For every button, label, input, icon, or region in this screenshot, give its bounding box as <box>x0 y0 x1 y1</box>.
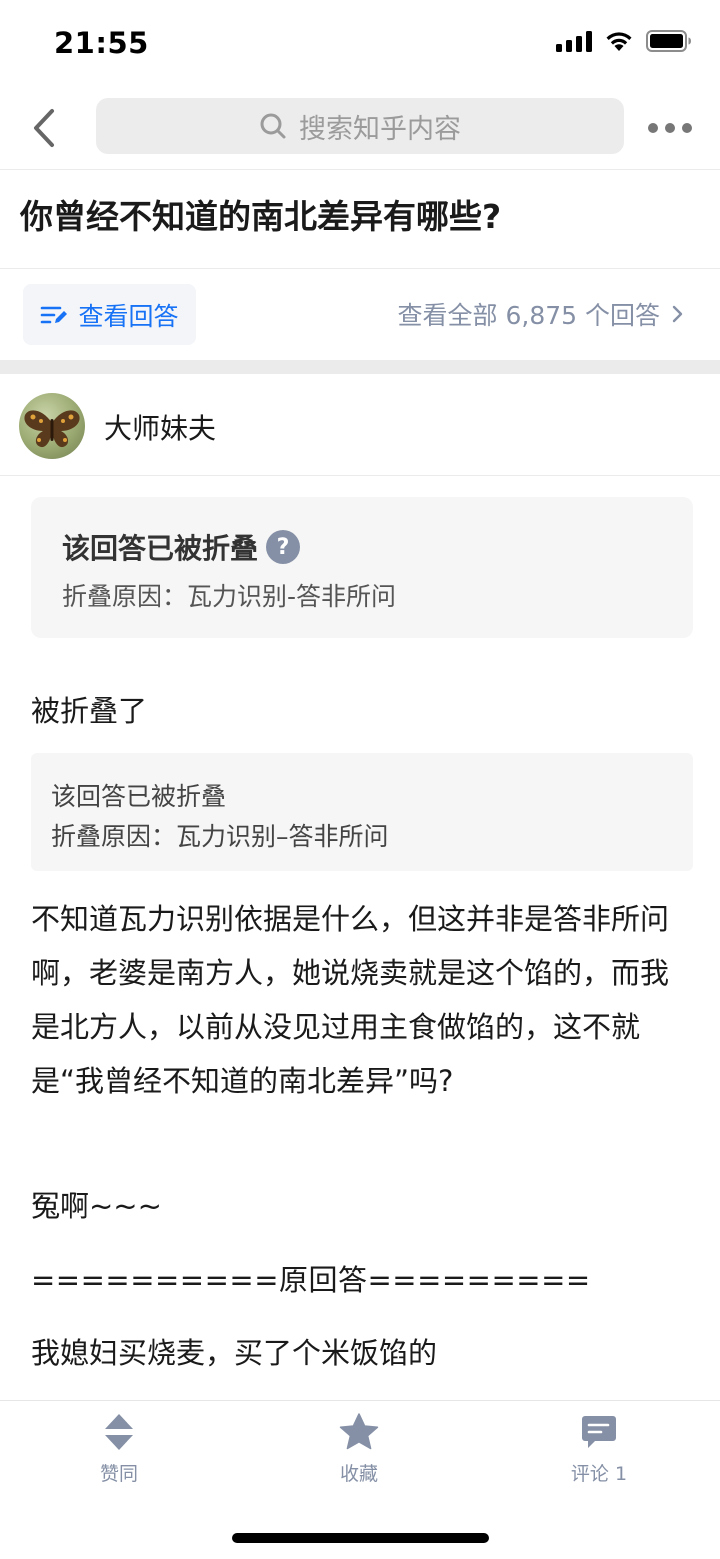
status-bar: 21:55 <box>0 0 720 88</box>
nav-bar: 搜索知乎内容 <box>0 88 720 170</box>
quote-line: 折叠原因：瓦力识别–答非所问 <box>51 822 389 851</box>
favorite-label: 收藏 <box>339 1463 378 1485</box>
author-name[interactable]: 大师妹夫 <box>104 407 216 447</box>
wifi-icon <box>606 32 632 51</box>
answer-paragraph: 我媳妇买烧麦，买了个米饭馅的 <box>31 1336 438 1370</box>
collapsed-title-row: 该回答已被折叠 ? <box>62 527 301 567</box>
collapsed-notice: 该回答已被折叠 ? 折叠原因：瓦力识别-答非所问 <box>31 497 693 638</box>
back-arrow-icon <box>34 109 54 147</box>
collapsed-reason: 折叠原因：瓦力识别-答非所问 <box>62 582 397 611</box>
edit-list-icon <box>41 306 68 323</box>
upvote-label: 赞同 <box>99 1463 138 1485</box>
answer-paragraph: 冤啊~~~ <box>31 1189 162 1223</box>
butterfly-avatar-image <box>24 410 80 448</box>
star-icon <box>339 1413 379 1450</box>
view-all-label: 查看全部 6,875 个回答 <box>397 301 660 330</box>
answer-paragraph: 被折叠了 <box>31 694 148 728</box>
battery-icon <box>646 30 691 52</box>
status-time: 21:55 <box>54 26 149 60</box>
search-input[interactable]: 搜索知乎内容 <box>96 98 624 154</box>
upvote-icon <box>105 1414 133 1450</box>
back-button[interactable] <box>20 104 68 152</box>
answer-paragraph: 不知道瓦力识别依据是什么，但这并非是答非所问啊，老婆是南方人，她说烧卖就是这个馅… <box>31 902 670 1098</box>
search-placeholder: 搜索知乎内容 <box>299 113 461 145</box>
help-icon[interactable]: ? <box>266 530 301 564</box>
question-title[interactable]: 你曾经不知道的南北差异有哪些? <box>20 192 700 242</box>
chevron-right-icon <box>672 305 683 323</box>
favorite-button[interactable]: 收藏 <box>299 1411 419 1491</box>
view-answer-button[interactable]: 查看回答 <box>23 284 196 345</box>
home-indicator[interactable] <box>232 1533 489 1543</box>
section-gap <box>0 360 720 374</box>
author-row: 大师妹夫 <box>0 374 720 476</box>
quote-line: 该回答已被折叠 <box>51 782 227 811</box>
quoted-notice: 该回答已被折叠 折叠原因：瓦力识别–答非所问 <box>31 753 693 871</box>
answer-paragraph: ==========原回答========= <box>31 1263 591 1297</box>
view-all-answers-link[interactable]: 查看全部 6,875 个回答 <box>398 290 684 338</box>
status-icons <box>556 30 692 52</box>
upvote-button[interactable]: 赞同 <box>59 1411 179 1491</box>
more-icon[interactable] <box>640 104 700 152</box>
avatar[interactable] <box>19 393 85 459</box>
search-icon <box>260 113 286 139</box>
cellular-signal-icon <box>556 30 592 52</box>
comment-label: 评论 1 <box>570 1463 628 1485</box>
comment-icon <box>582 1416 616 1448</box>
comment-button[interactable]: 评论 1 <box>539 1411 659 1491</box>
view-answer-label: 查看回答 <box>78 301 179 331</box>
divider <box>0 268 720 269</box>
collapsed-title: 该回答已被折叠 <box>62 532 259 565</box>
